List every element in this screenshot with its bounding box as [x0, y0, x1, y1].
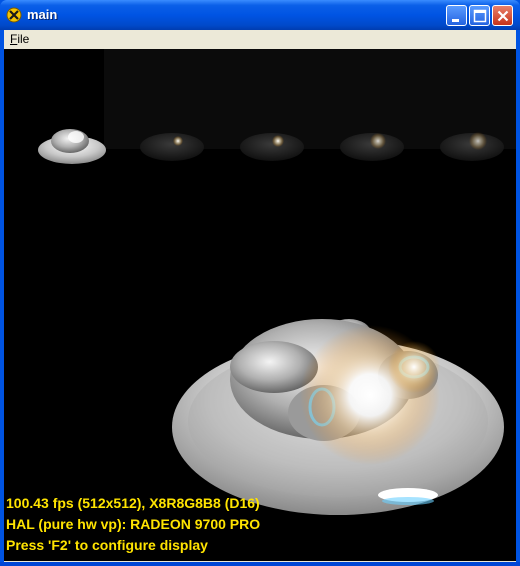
menu-bar: File: [4, 30, 516, 49]
minimize-icon: [452, 19, 459, 22]
thumbnail-1: [38, 129, 106, 164]
hud-help-line: Press 'F2' to configure display: [6, 537, 208, 553]
thumbnail-2: [140, 133, 204, 161]
maximize-icon: [473, 9, 487, 23]
menu-file[interactable]: File: [10, 32, 29, 46]
thumbnail-5: [440, 132, 504, 161]
client-frame: File 100.43 fps (512x512), X8R8G8B8 (D16…: [4, 30, 516, 562]
hud-fps-line: 100.43 fps (512x512), X8R8G8B8 (D16): [6, 495, 260, 511]
close-button[interactable]: [492, 5, 513, 26]
render-viewport[interactable]: 100.43 fps (512x512), X8R8G8B8 (D16) HAL…: [4, 49, 516, 561]
app-window: main File 100.43 fps (512x512), X8R8G8B8…: [0, 0, 520, 566]
app-icon: [6, 7, 22, 23]
thumbnail-3: [240, 133, 304, 161]
scene-svg: [38, 129, 504, 515]
saucer-model: [172, 319, 504, 515]
window-bottom-border: [0, 562, 520, 566]
thumbnail-4: [340, 133, 404, 161]
minimize-button[interactable]: [446, 5, 467, 26]
hud-device-line: HAL (pure hw vp): RADEON 9700 PRO: [6, 516, 261, 532]
close-icon: [497, 10, 509, 22]
title-bar[interactable]: main: [0, 0, 520, 30]
window-title: main: [27, 7, 58, 22]
maximize-button[interactable]: [469, 5, 490, 26]
